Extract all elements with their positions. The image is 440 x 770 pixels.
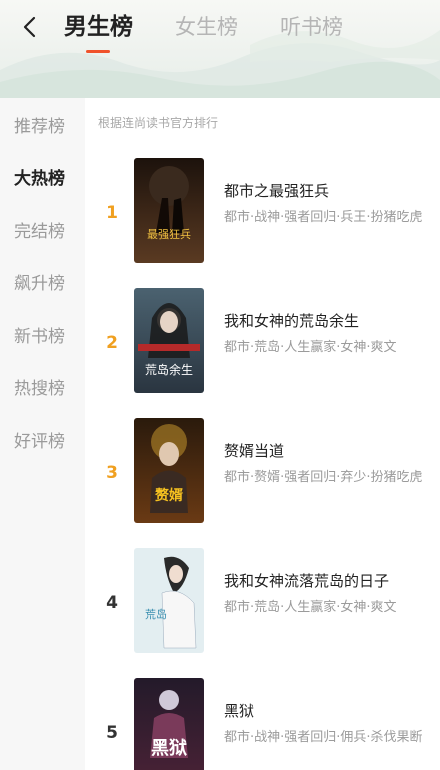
book-cover[interactable]: 最强狂兵 xyxy=(134,158,204,263)
sidebar-item-label: 完结榜 xyxy=(14,221,65,242)
book-cover-image: 荒岛余生 xyxy=(134,288,204,393)
list-item[interactable]: 2 荒岛余生 我和女神的荒岛余生 都市·荒岛·人生赢家·女神·爽文 xyxy=(85,288,440,418)
list-item[interactable]: 1 最强狂兵 都市之最强狂兵 都市·战神·强者回归·兵王·扮猪吃虎 xyxy=(85,158,440,288)
sidebar-item-trending-search[interactable]: 热搜榜 xyxy=(0,361,85,414)
sidebar-item-hot[interactable]: 大热榜 xyxy=(0,151,85,204)
book-tags: 都市·荒岛·人生赢家·女神·爽文 xyxy=(224,340,397,355)
sidebar-item-recommended[interactable]: 推荐榜 xyxy=(0,98,85,151)
top-header: 男生榜 女生榜 听书榜 xyxy=(0,0,440,98)
sidebar-item-label: 热搜榜 xyxy=(14,379,65,400)
ranking-tabs: 男生榜 女生榜 听书榜 xyxy=(64,12,385,53)
book-tags: 都市·赘婿·强者回归·弃少·扮猪吃虎 xyxy=(224,470,423,485)
book-tags: 都市·战神·强者回归·兵王·扮猪吃虎 xyxy=(224,210,423,225)
rank-number: 1 xyxy=(106,203,118,223)
book-tags: 都市·战神·强者回归·佣兵·杀伐果断 xyxy=(224,730,423,745)
book-cover[interactable]: 荒岛余生 xyxy=(134,288,204,393)
rank-number: 3 xyxy=(106,463,118,483)
svg-text:荒岛: 荒岛 xyxy=(145,607,167,621)
sidebar-item-label: 新书榜 xyxy=(14,326,65,347)
svg-text:赘婿: 赘婿 xyxy=(154,487,184,504)
tab-male-label: 男生榜 xyxy=(64,14,133,40)
list-item[interactable]: 3 赘婿 赘婿当道 都市·赘婿·强者回归·弃少·扮猪吃虎 xyxy=(85,418,440,548)
list-item[interactable]: 5 黑狱 黑狱 都市·战神·强者回归·佣兵·杀伐果断 xyxy=(85,678,440,770)
tab-male[interactable]: 男生榜 xyxy=(64,12,133,53)
chevron-left-icon xyxy=(23,16,36,38)
sidebar-item-label: 好评榜 xyxy=(14,431,65,452)
book-cover-image: 最强狂兵 xyxy=(134,158,204,263)
book-cover-image: 赘婿 xyxy=(134,418,204,523)
rank-number: 2 xyxy=(106,333,118,353)
sidebar-item-rising[interactable]: 飙升榜 xyxy=(0,256,85,309)
back-button[interactable] xyxy=(14,12,44,42)
book-tags: 都市·荒岛·人生赢家·女神·爽文 xyxy=(224,600,397,615)
book-title[interactable]: 我和女神的荒岛余生 xyxy=(224,310,359,331)
list-item[interactable]: 4 荒岛 我和女神流落荒岛的日子 都市·荒岛·人生赢家·女神·爽文 xyxy=(85,548,440,678)
svg-text:最强狂兵: 最强狂兵 xyxy=(147,228,191,241)
category-sidebar: 推荐榜 大热榜 完结榜 飙升榜 新书榜 热搜榜 好评榜 xyxy=(0,98,85,770)
book-cover[interactable]: 黑狱 xyxy=(134,678,204,770)
book-title[interactable]: 都市之最强狂兵 xyxy=(224,180,329,201)
book-cover[interactable]: 荒岛 xyxy=(134,548,204,653)
sidebar-item-label: 飙升榜 xyxy=(14,274,65,295)
rank-number: 4 xyxy=(106,593,118,613)
svg-text:荒岛余生: 荒岛余生 xyxy=(145,362,193,377)
sidebar-item-label: 推荐榜 xyxy=(14,116,65,137)
sidebar-item-new[interactable]: 新书榜 xyxy=(0,308,85,361)
tab-female[interactable]: 女生榜 xyxy=(175,12,238,42)
sidebar-item-completed[interactable]: 完结榜 xyxy=(0,203,85,256)
tab-audiobook[interactable]: 听书榜 xyxy=(280,12,343,42)
book-cover[interactable]: 赘婿 xyxy=(134,418,204,523)
sidebar-item-top-rated[interactable]: 好评榜 xyxy=(0,413,85,466)
rank-number: 5 xyxy=(106,723,118,743)
tab-audiobook-label: 听书榜 xyxy=(280,15,343,39)
book-title[interactable]: 黑狱 xyxy=(224,700,254,721)
ranking-source-hint: 根据连尚读书官方排行 xyxy=(98,116,219,130)
svg-text:黑狱: 黑狱 xyxy=(151,738,187,759)
book-title[interactable]: 我和女神流落荒岛的日子 xyxy=(224,570,389,591)
sidebar-item-label: 大热榜 xyxy=(14,169,65,190)
book-cover-image: 荒岛 xyxy=(134,548,204,653)
active-tab-indicator xyxy=(86,50,110,53)
book-cover-image: 黑狱 xyxy=(134,678,204,770)
tab-female-label: 女生榜 xyxy=(175,15,238,39)
book-title[interactable]: 赘婿当道 xyxy=(224,440,284,461)
book-ranking-list: 根据连尚读书官方排行 1 最强狂兵 都市之最强狂兵 都市·战神·强者回归·兵王·… xyxy=(85,98,440,770)
